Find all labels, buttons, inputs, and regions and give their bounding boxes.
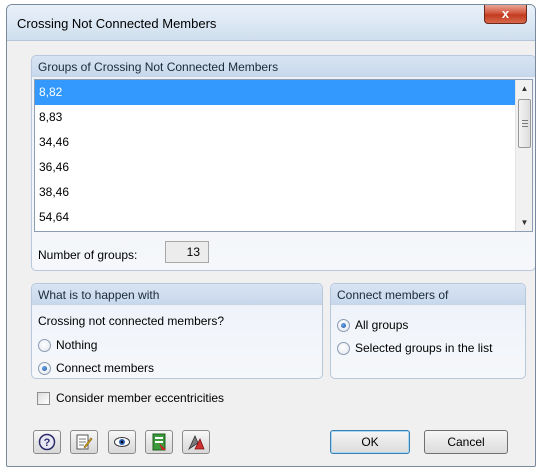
- list-item[interactable]: 8,82: [35, 80, 532, 105]
- help-icon: ?: [38, 433, 56, 451]
- help-button[interactable]: ?: [33, 430, 61, 454]
- export-icon: [152, 433, 166, 451]
- radio-all-groups-indicator[interactable]: [337, 318, 350, 332]
- title-bar[interactable]: Crossing Not Connected Members x: [7, 5, 535, 41]
- cancel-button[interactable]: Cancel: [424, 430, 508, 454]
- view-button[interactable]: [108, 430, 136, 454]
- radio-all-groups-label: All groups: [355, 318, 409, 332]
- graphic-icon: [188, 435, 205, 451]
- eccentricities-checkbox-row[interactable]: Consider member eccentricities: [37, 390, 224, 406]
- dialog-window: Crossing Not Connected Members x Groups …: [6, 4, 536, 467]
- radio-nothing[interactable]: Nothing: [38, 337, 97, 353]
- graphic-button[interactable]: [182, 430, 210, 454]
- radio-nothing-indicator[interactable]: [38, 338, 51, 352]
- ok-button[interactable]: OK: [330, 430, 410, 454]
- radio-all-groups[interactable]: All groups: [337, 317, 408, 333]
- view-icon: [114, 437, 130, 447]
- close-button[interactable]: x: [484, 5, 527, 24]
- edit-icon: [76, 434, 93, 450]
- edit-button[interactable]: [70, 430, 98, 454]
- groups-panel: Groups of Crossing Not Connected Members…: [31, 55, 535, 271]
- scroll-down-arrow-icon[interactable]: ▼: [516, 214, 532, 231]
- radio-connect-members[interactable]: Connect members: [38, 360, 154, 376]
- list-item[interactable]: 34,46: [35, 130, 532, 155]
- scroll-thumb[interactable]: [518, 99, 531, 148]
- list-item[interactable]: 38,46: [35, 180, 532, 205]
- number-of-groups-value: 13: [165, 241, 209, 263]
- groups-listbox[interactable]: 8,82 8,83 34,46 36,46 38,46 54,64 ▲ ▼: [34, 79, 533, 232]
- connect-panel-header: Connect members of: [331, 284, 525, 305]
- happen-question: Crossing not connected members?: [38, 314, 225, 328]
- vertical-scrollbar[interactable]: ▲ ▼: [515, 80, 532, 231]
- radio-connect-members-indicator[interactable]: [38, 361, 51, 375]
- eccentricities-label: Consider member eccentricities: [56, 391, 225, 405]
- list-item[interactable]: 8,83: [35, 105, 532, 130]
- number-of-groups-label: Number of groups:: [38, 248, 138, 262]
- scroll-up-arrow-icon[interactable]: ▲: [516, 80, 532, 97]
- radio-selected-groups-indicator[interactable]: [337, 341, 350, 355]
- window-title: Crossing Not Connected Members: [17, 16, 217, 31]
- list-item[interactable]: 36,46: [35, 155, 532, 180]
- radio-connect-members-label: Connect members: [56, 361, 155, 375]
- radio-selected-groups-label: Selected groups in the list: [355, 341, 493, 355]
- groups-panel-header: Groups of Crossing Not Connected Members: [32, 56, 535, 77]
- radio-selected-groups[interactable]: Selected groups in the list: [337, 340, 492, 356]
- happen-panel: What is to happen with Crossing not conn…: [31, 283, 323, 379]
- export-button[interactable]: [145, 430, 173, 454]
- connect-panel: Connect members of All groups Selected g…: [330, 283, 526, 379]
- eccentricities-checkbox[interactable]: [37, 391, 50, 405]
- svg-text:?: ?: [44, 437, 51, 449]
- list-item[interactable]: 54,64: [35, 205, 532, 230]
- radio-nothing-label: Nothing: [56, 338, 98, 352]
- happen-panel-header: What is to happen with: [32, 284, 322, 305]
